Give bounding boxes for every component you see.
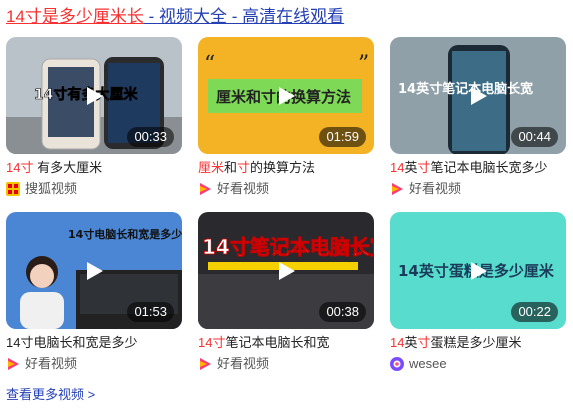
source-label: 好看视频 <box>217 181 270 196</box>
video-source: 好看视频 <box>6 355 182 373</box>
duration-badge: 01:53 <box>127 302 174 322</box>
video-title[interactable]: 14英寸蛋糕是多少厘米 <box>390 334 566 352</box>
play-icon <box>87 261 103 280</box>
video-source: 搜狐视频 <box>6 180 182 198</box>
video-source: 好看视频 <box>390 180 566 198</box>
source-label: wesee <box>409 356 447 371</box>
title-rest: - 视频大全 - 高清在线观看 <box>143 7 345 26</box>
thumbnail-caption: 14寸笔记本电脑长宽是多少 <box>202 235 374 259</box>
results-title-link[interactable]: 14寸是多少厘米长 - 视频大全 - 高清在线观看 <box>6 4 344 30</box>
play-icon <box>279 86 295 105</box>
video-source: 好看视频 <box>198 355 374 373</box>
video-card[interactable]: 厘米和寸的换算方法 “ ” 01:59 厘米和寸的换算方法 好看视频 <box>198 37 374 198</box>
sohu-icon <box>6 182 20 196</box>
video-source: wesee <box>390 355 566 373</box>
video-thumbnail[interactable]: 14英寸蛋糕是多少厘米 00:22 <box>390 212 566 329</box>
video-thumbnail[interactable]: 14英寸笔记本电脑长宽 00:44 <box>390 37 566 154</box>
duration-badge: 01:59 <box>319 127 366 147</box>
video-card[interactable]: 14寸有多大厘米 00:33 14寸 有多大厘米 搜狐视频 <box>6 37 182 198</box>
thumbnail-caption: 14寸电脑长和宽是多少 <box>68 227 182 241</box>
haokan-icon <box>200 183 211 195</box>
video-card[interactable]: 14寸笔记本电脑长宽是多少 00:38 14寸笔记本电脑长和宽 好看视频 <box>198 212 374 373</box>
play-icon <box>471 86 487 105</box>
source-label: 好看视频 <box>217 356 270 371</box>
video-thumbnail[interactable]: 14寸有多大厘米 00:33 <box>6 37 182 154</box>
play-icon <box>471 261 487 280</box>
play-icon <box>279 261 295 280</box>
more-videos-link[interactable]: 查看更多视频 > <box>6 386 95 404</box>
play-icon <box>87 86 103 105</box>
video-card[interactable]: 14寸电脑长和宽是多少 01:53 14寸电脑长和宽是多少 好看视频 <box>6 212 182 373</box>
haokan-icon <box>200 358 211 370</box>
video-thumbnail[interactable]: 14寸笔记本电脑长宽是多少 00:38 <box>198 212 374 329</box>
wesee-icon <box>390 357 404 371</box>
duration-badge: 00:44 <box>511 127 558 147</box>
haokan-icon <box>8 358 19 370</box>
video-title[interactable]: 14寸 有多大厘米 <box>6 159 182 177</box>
haokan-icon <box>392 183 403 195</box>
video-title[interactable]: 14寸电脑长和宽是多少 <box>6 334 182 352</box>
source-label: 好看视频 <box>409 181 462 196</box>
video-title[interactable]: 厘米和寸的换算方法 <box>198 159 374 177</box>
source-label: 好看视频 <box>25 356 78 371</box>
duration-badge: 00:38 <box>319 302 366 322</box>
svg-text:”: ” <box>358 52 369 77</box>
video-card[interactable]: 14英寸蛋糕是多少厘米 00:22 14英寸蛋糕是多少厘米 wesee <box>390 212 566 373</box>
video-title[interactable]: 14英寸笔记本电脑长宽多少 <box>390 159 566 177</box>
svg-text:“: “ <box>204 52 215 77</box>
video-thumbnail[interactable]: 14寸电脑长和宽是多少 01:53 <box>6 212 182 329</box>
title-highlight: 14寸是多少厘米长 <box>6 7 144 26</box>
duration-badge: 00:33 <box>127 127 174 147</box>
source-label: 搜狐视频 <box>25 181 78 196</box>
video-source: 好看视频 <box>198 180 374 198</box>
duration-badge: 00:22 <box>511 302 558 322</box>
video-card[interactable]: 14英寸笔记本电脑长宽 00:44 14英寸笔记本电脑长宽多少 好看视频 <box>390 37 566 198</box>
video-title[interactable]: 14寸笔记本电脑长和宽 <box>198 334 374 352</box>
video-thumbnail[interactable]: 厘米和寸的换算方法 “ ” 01:59 <box>198 37 374 154</box>
